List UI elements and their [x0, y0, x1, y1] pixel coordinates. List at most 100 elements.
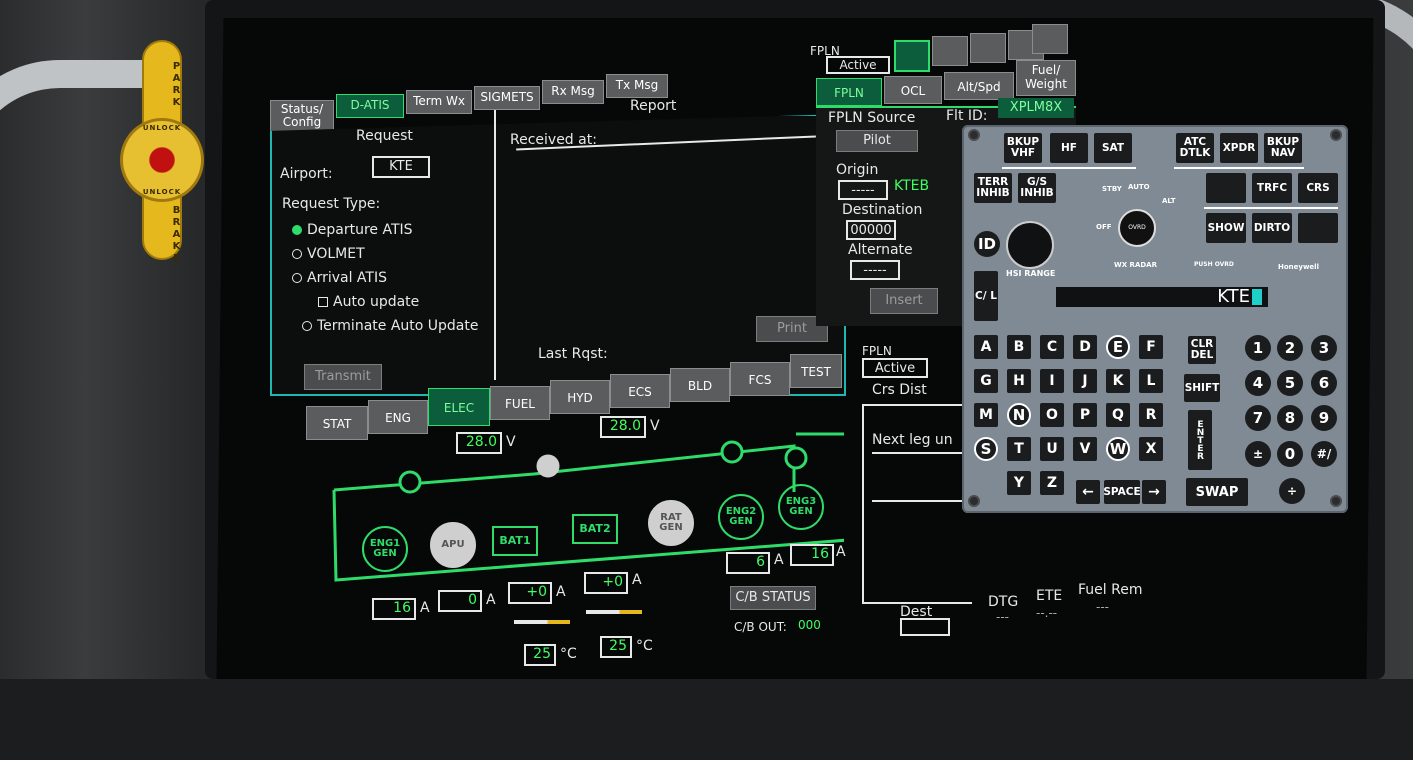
key-d[interactable]: D	[1073, 335, 1097, 359]
key-n[interactable]: N	[1007, 403, 1031, 427]
tab-fpln[interactable]: FPLN	[816, 78, 882, 106]
key-slash[interactable]: #/	[1311, 441, 1337, 467]
key-j[interactable]: J	[1073, 369, 1097, 393]
key-g[interactable]: G	[974, 369, 998, 393]
checkbox-icon	[318, 297, 328, 307]
alternate-input[interactable]: -----	[850, 260, 900, 280]
option-departure-atis[interactable]: Departure ATIS	[292, 222, 413, 238]
key-q[interactable]: Q	[1106, 403, 1130, 427]
option-auto-update[interactable]: Auto update	[318, 294, 419, 310]
key-l[interactable]: L	[1139, 369, 1163, 393]
key-a[interactable]: A	[974, 335, 998, 359]
brake-label: BRAKE	[171, 205, 182, 265]
tab-ocl[interactable]: OCL	[884, 76, 942, 104]
amps-apu-unit: A	[486, 592, 496, 608]
fpln-source-select[interactable]: Pilot	[836, 130, 918, 152]
key-k[interactable]: K	[1106, 369, 1130, 393]
clr-del-button[interactable]: CLR DEL	[1188, 336, 1216, 364]
enter-button[interactable]: ENTER	[1188, 410, 1212, 470]
key-f[interactable]: F	[1139, 335, 1163, 359]
tab-status-config[interactable]: Status/ Config	[270, 100, 334, 132]
option-arrival-atis[interactable]: Arrival ATIS	[292, 270, 387, 286]
key-v[interactable]: V	[1073, 437, 1097, 461]
tab-sigmets[interactable]: SIGMETS	[474, 86, 540, 110]
fpln-progress-active: Active	[862, 358, 928, 378]
tab-rx-msg[interactable]: Rx Msg	[542, 80, 604, 104]
key-u[interactable]: U	[1040, 437, 1064, 461]
flight-phase-cruise-icon[interactable]	[970, 33, 1006, 63]
amps-eng1: 16	[372, 598, 416, 620]
tab-fcs[interactable]: FCS	[730, 362, 790, 396]
key-digit-6[interactable]: 6	[1311, 370, 1337, 396]
option-volmet[interactable]: VOLMET	[292, 246, 365, 262]
option-terminate-auto-update[interactable]: Terminate Auto Update	[302, 318, 479, 334]
insert-button[interactable]: Insert	[870, 288, 938, 314]
flt-id-label: Flt ID:	[946, 108, 988, 124]
key-digit-8[interactable]: 8	[1277, 405, 1303, 431]
key-y[interactable]: Y	[1007, 471, 1031, 495]
dtg-label: DTG	[988, 594, 1019, 610]
park-brake-handle[interactable]: PARK UNLOCK UNLOCK BRAKE	[120, 40, 204, 265]
origin-input[interactable]: -----	[838, 180, 888, 200]
temp-bat2-unit: °C	[636, 638, 653, 654]
left-arrow-button[interactable]: ←	[1076, 480, 1100, 504]
amps-bat2-unit: A	[632, 572, 642, 588]
cb-status-button[interactable]: C/B STATUS	[730, 586, 816, 610]
key-h[interactable]: H	[1007, 369, 1031, 393]
key-z[interactable]: Z	[1040, 471, 1064, 495]
dtg-value: ---	[996, 610, 1009, 624]
request-title: Request	[356, 128, 413, 144]
park-label: PARK	[171, 61, 182, 109]
key-digit-7[interactable]: 7	[1245, 405, 1271, 431]
key-plus-minus[interactable]: ±	[1245, 441, 1271, 467]
tab-test[interactable]: TEST	[790, 354, 842, 388]
destination-input[interactable]: 00000	[846, 220, 896, 240]
tab-d-atis[interactable]: D-ATIS	[336, 94, 404, 118]
key-w[interactable]: W	[1106, 437, 1130, 461]
key-x[interactable]: X	[1139, 437, 1163, 461]
key-i[interactable]: I	[1040, 369, 1064, 393]
key-b[interactable]: B	[1007, 335, 1031, 359]
amps-eng2-unit: A	[774, 552, 784, 568]
tab-tx-msg[interactable]: Tx Msg	[606, 74, 668, 98]
key-digit-1[interactable]: 1	[1245, 335, 1271, 361]
key-o[interactable]: O	[1040, 403, 1064, 427]
shift-button[interactable]: SHIFT	[1184, 374, 1220, 402]
space-button[interactable]: SPACE	[1103, 480, 1141, 504]
key-m[interactable]: M	[974, 403, 998, 427]
key-e[interactable]: E	[1106, 335, 1130, 359]
tab-ecs[interactable]: ECS	[610, 374, 670, 408]
divider	[494, 110, 496, 380]
key-t[interactable]: T	[1007, 437, 1031, 461]
key-digit-0[interactable]: 0	[1277, 441, 1303, 467]
tab-term-wx[interactable]: Term Wx	[406, 90, 472, 114]
tab-fuel-weight[interactable]: Fuel/ Weight	[1016, 60, 1076, 96]
synoptic-panel: STAT ENG ELEC FUEL HYD ECS BLD FCS TEST …	[304, 350, 846, 666]
key-digit-3[interactable]: 3	[1311, 335, 1337, 361]
key-digit-4[interactable]: 4	[1245, 370, 1271, 396]
swap-button[interactable]: SWAP	[1186, 478, 1248, 506]
tab-hyd[interactable]: HYD	[550, 380, 610, 414]
key-digit-2[interactable]: 2	[1277, 335, 1303, 361]
radio-selected-icon	[292, 225, 302, 235]
unlock-label-2: UNLOCK	[142, 188, 182, 196]
radio-icon	[292, 249, 302, 259]
flight-phase-park-icon[interactable]	[1032, 24, 1068, 54]
key-p[interactable]: P	[1073, 403, 1097, 427]
key-divide[interactable]: ÷	[1279, 478, 1305, 504]
airport-input[interactable]: KTE	[372, 156, 430, 178]
crs-dist-header: Crs Dist	[872, 382, 927, 398]
key-r[interactable]: R	[1139, 403, 1163, 427]
flight-phase-taxi-icon[interactable]	[894, 40, 930, 72]
flight-phase-takeoff-icon[interactable]	[932, 36, 968, 66]
flt-id-value[interactable]: XPLM8X	[998, 98, 1074, 118]
key-digit-5[interactable]: 5	[1277, 370, 1303, 396]
request-type-label: Request Type:	[282, 196, 381, 212]
tab-bld[interactable]: BLD	[670, 368, 730, 402]
key-digit-9[interactable]: 9	[1311, 405, 1337, 431]
key-s[interactable]: S	[974, 437, 998, 461]
tab-alt-spd[interactable]: Alt/Spd	[944, 72, 1014, 100]
right-arrow-button[interactable]: →	[1142, 480, 1166, 504]
key-c[interactable]: C	[1040, 335, 1064, 359]
amps-eng3-unit: A	[836, 544, 846, 560]
